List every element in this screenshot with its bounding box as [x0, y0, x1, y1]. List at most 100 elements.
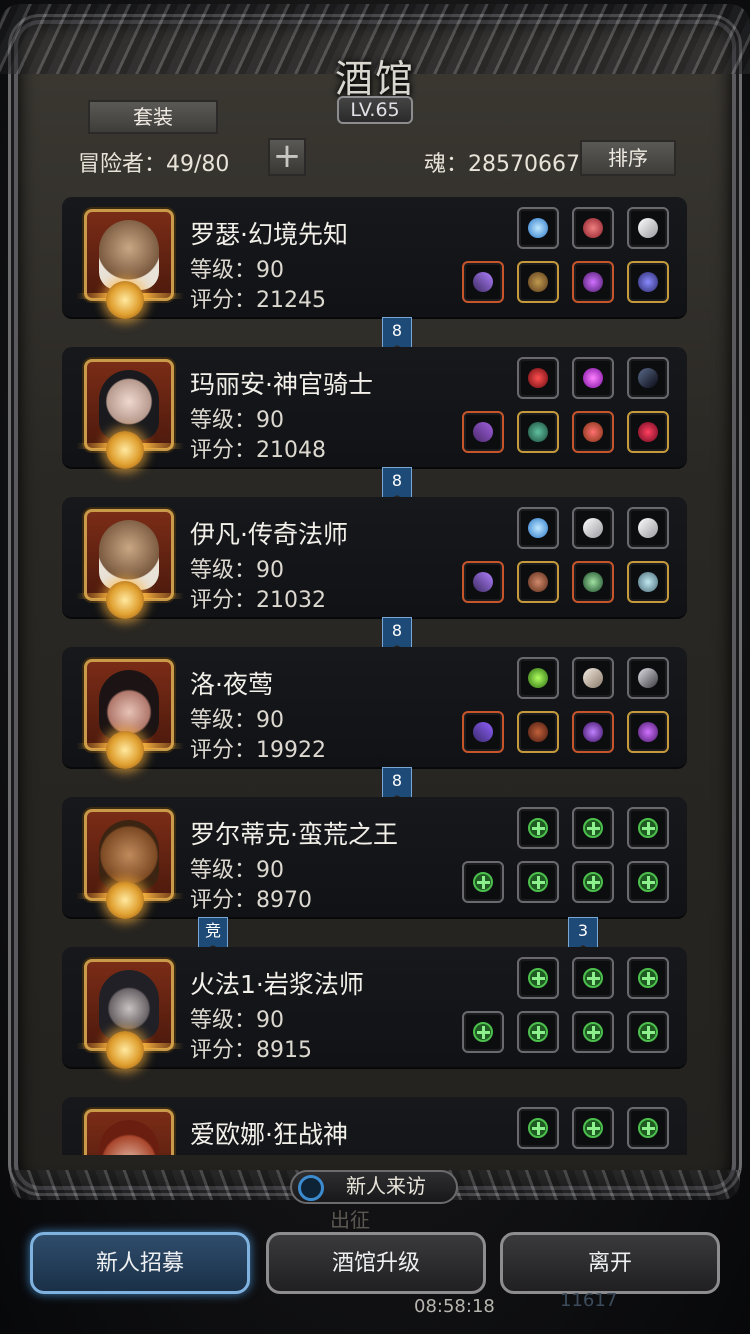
hero-card[interactable]: 玛丽安·神官骑士 等级：90 评分：21048: [62, 347, 687, 469]
empty-slot-icon: [528, 818, 548, 838]
hero-card[interactable]: 罗尔蒂克·蛮荒之王 等级：90 评分：8970: [62, 797, 687, 919]
chest-armor-icon: [528, 272, 548, 292]
empty-slot-icon: [638, 1022, 658, 1042]
equipment-slot[interactable]: [627, 711, 669, 753]
equipment-slot[interactable]: [517, 711, 559, 753]
equipment-slot[interactable]: [572, 261, 614, 303]
equipment-slot[interactable]: [627, 861, 669, 903]
pendant-icon: [583, 272, 603, 292]
equipment-slot[interactable]: [627, 1107, 669, 1149]
equipment-slot[interactable]: [572, 207, 614, 249]
empty-slot-icon: [583, 1022, 603, 1042]
staff-icon: [473, 572, 493, 592]
tavern-upgrade-button[interactable]: 酒馆升级: [266, 1232, 486, 1294]
equipment-slot[interactable]: [572, 957, 614, 999]
hero-card[interactable]: 火法1·岩浆法师 等级：90 评分：8915: [62, 947, 687, 1069]
hero-level: 等级：90: [190, 558, 284, 583]
pendant-icon: [638, 722, 658, 742]
equipment-slot[interactable]: [572, 507, 614, 549]
empty-slot-icon: [528, 968, 548, 988]
equipment-slot[interactable]: [627, 957, 669, 999]
portrait-face: [99, 1120, 159, 1155]
equipment-slot[interactable]: [462, 861, 504, 903]
blue-orb-icon: [528, 518, 548, 538]
hero-card[interactable]: 伊凡·传奇法师 等级：90 评分：21032: [62, 497, 687, 619]
wing-ornament: [140, 743, 184, 749]
new-visitor-button[interactable]: 新人来访: [290, 1170, 458, 1204]
white-wing-icon: [583, 518, 603, 538]
wing-ornament: [140, 593, 184, 599]
equipment-slot[interactable]: [627, 357, 669, 399]
equipment-slot[interactable]: [517, 1011, 559, 1053]
sort-button[interactable]: 排序: [580, 140, 676, 176]
add-capacity-button[interactable]: +: [268, 138, 306, 176]
equipment-slot[interactable]: [572, 1107, 614, 1149]
equipment-slot[interactable]: [517, 561, 559, 603]
adventurer-count: 冒险者：49/80: [78, 152, 230, 177]
hero-card[interactable]: 爱欧娜·狂战神: [62, 1097, 687, 1155]
rank-medal-icon: [106, 581, 144, 619]
tavern-level-badge: LV.65: [337, 96, 413, 124]
empty-slot-icon: [528, 1022, 548, 1042]
staff-icon: [473, 272, 493, 292]
equipment-slot[interactable]: [627, 561, 669, 603]
hero-score: 评分：21032: [190, 588, 326, 613]
equipment-slot[interactable]: [462, 261, 504, 303]
equipment-slot[interactable]: [627, 507, 669, 549]
page-title: 酒馆: [334, 57, 415, 101]
hero-level: 等级：90: [190, 858, 284, 883]
equipment-slot[interactable]: [572, 357, 614, 399]
empty-slot-icon: [638, 818, 658, 838]
equipment-slot[interactable]: [462, 711, 504, 753]
empty-slot-icon: [638, 1118, 658, 1138]
hero-name: 玛丽安·神官骑士: [190, 370, 373, 399]
hero-score: 评分：8915: [190, 1038, 312, 1063]
equipment-slot[interactable]: [572, 711, 614, 753]
red-gem-icon: [583, 218, 603, 238]
equipment-slot[interactable]: [572, 561, 614, 603]
equipment-slot[interactable]: [517, 807, 559, 849]
equipment-slot[interactable]: [517, 657, 559, 699]
hero-name: 爱欧娜·狂战神: [190, 1120, 348, 1149]
equipment-slot[interactable]: [627, 261, 669, 303]
equipment-slot[interactable]: [572, 411, 614, 453]
equipment-slot[interactable]: [462, 561, 504, 603]
equipment-slot[interactable]: [517, 411, 559, 453]
mace-icon: [473, 422, 493, 442]
equipment-slot[interactable]: [517, 507, 559, 549]
equipment-slot[interactable]: [517, 207, 559, 249]
hero-list[interactable]: 罗瑟·幻境先知 等级：90 评分：21245 8 玛丽安·神官骑士 等级：90 评分：210…: [62, 195, 687, 1155]
equipment-slot[interactable]: [627, 807, 669, 849]
equipment-slot[interactable]: [572, 861, 614, 903]
purple-crystal-icon: [583, 368, 603, 388]
plus-icon: +: [272, 136, 302, 176]
hero-card[interactable]: 罗瑟·幻境先知 等级：90 评分：21245: [62, 197, 687, 319]
portrait-face: [99, 670, 159, 740]
leave-button[interactable]: 离开: [500, 1232, 720, 1294]
robe-icon: [528, 572, 548, 592]
equipment-slot[interactable]: [572, 657, 614, 699]
hero-score: 评分：8970: [190, 888, 312, 913]
hero-card[interactable]: 洛·夜莺 等级：90 评分：19922: [62, 647, 687, 769]
hero-level: 等级：90: [190, 258, 284, 283]
green-armor-icon: [528, 422, 548, 442]
equipment-slot[interactable]: [572, 1011, 614, 1053]
equipment-slot[interactable]: [627, 1011, 669, 1053]
equipment-slot[interactable]: [572, 807, 614, 849]
equipment-slot[interactable]: [462, 411, 504, 453]
blade-icon: [638, 668, 658, 688]
equipment-slot[interactable]: [517, 261, 559, 303]
equipment-slot[interactable]: [517, 957, 559, 999]
equipment-slot[interactable]: [627, 411, 669, 453]
mask-icon: [583, 722, 603, 742]
suit-button[interactable]: 套装: [88, 100, 218, 134]
compass-icon: [298, 1175, 324, 1201]
recruit-button[interactable]: 新人招募: [30, 1232, 250, 1294]
equipment-slot[interactable]: [517, 1107, 559, 1149]
equipment-slot[interactable]: [462, 1011, 504, 1053]
equipment-slot[interactable]: [627, 657, 669, 699]
blue-orb-icon: [528, 218, 548, 238]
equipment-slot[interactable]: [627, 207, 669, 249]
equipment-slot[interactable]: [517, 861, 559, 903]
equipment-slot[interactable]: [517, 357, 559, 399]
